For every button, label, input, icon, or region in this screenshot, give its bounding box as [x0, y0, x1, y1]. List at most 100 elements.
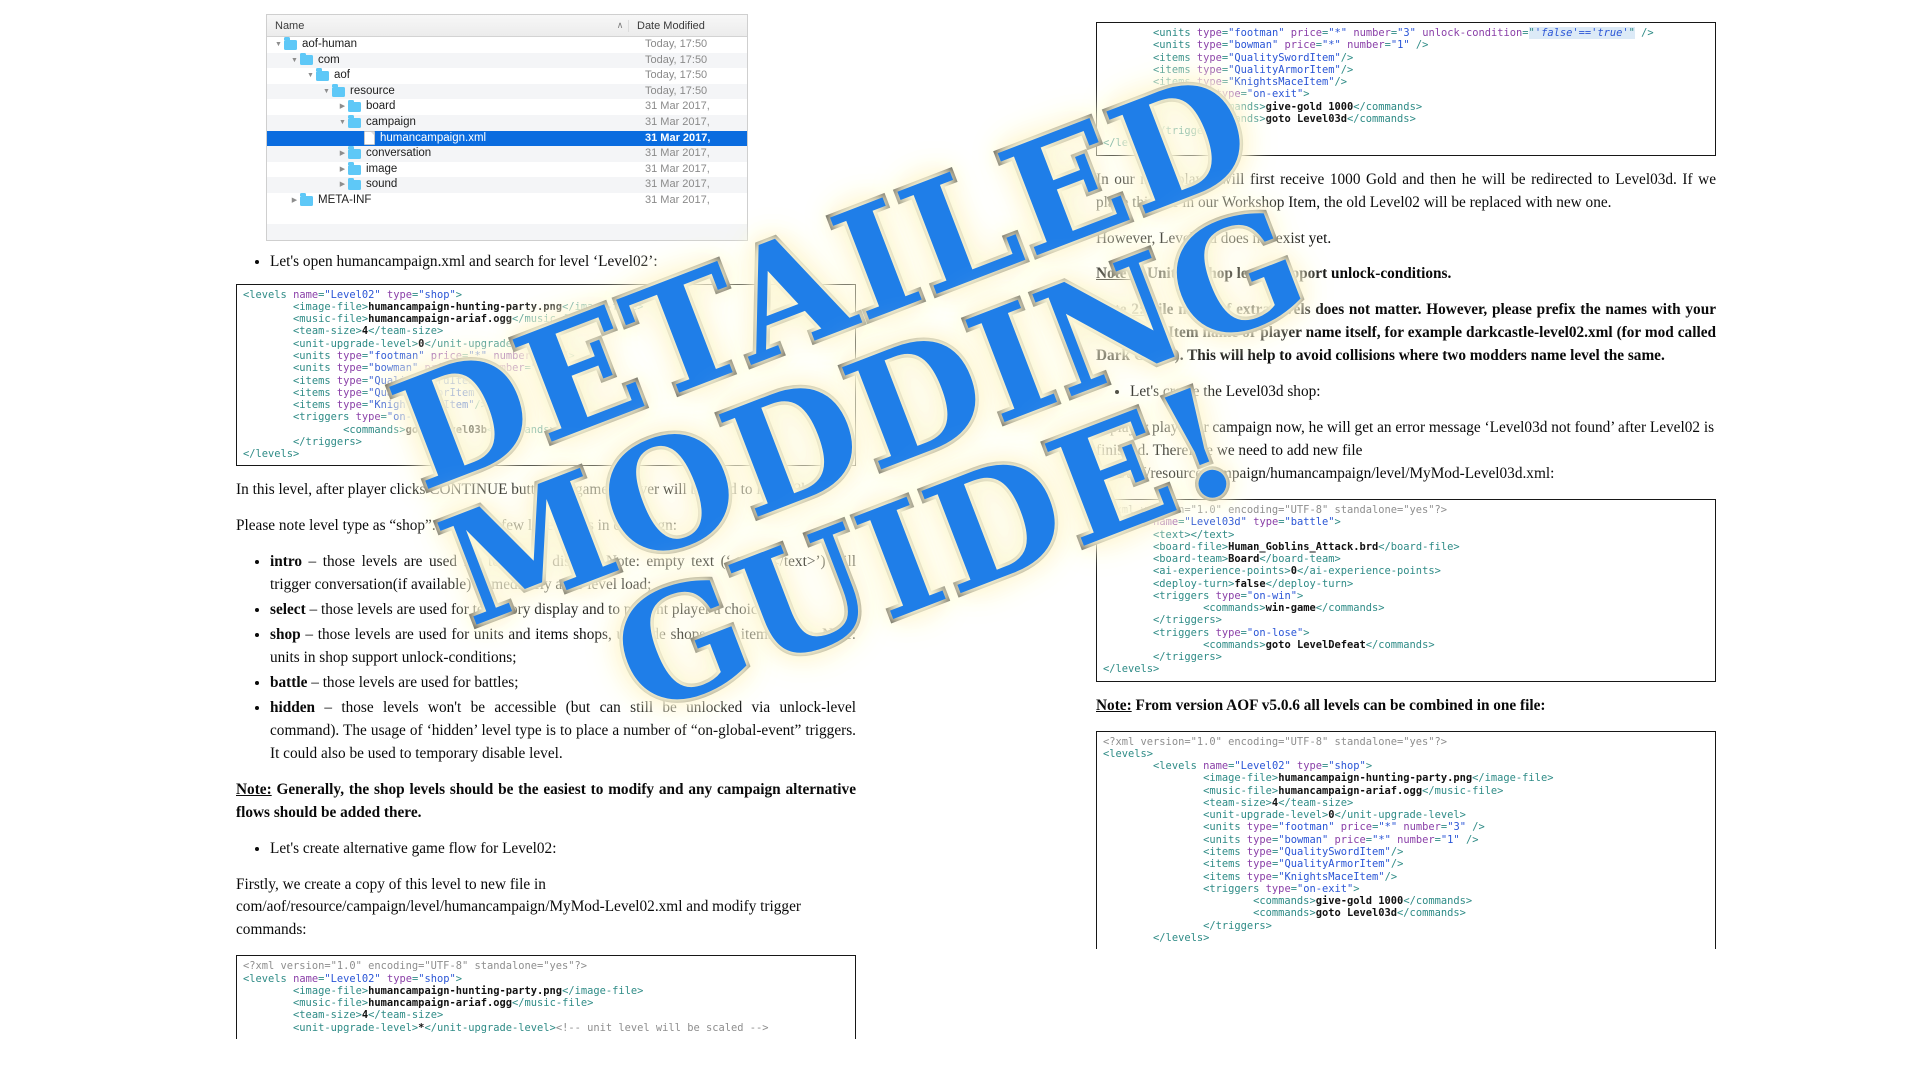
file-tree[interactable]: aof-human Today, 17:50 com Today, 17:50 aof T… — [267, 37, 747, 209]
file-tree-row-label: META-INF — [318, 193, 372, 206]
chevron-right-icon[interactable] — [337, 146, 348, 162]
file-tree-row-label: com — [318, 53, 340, 66]
file-browser-header: Name ∧ Date Modified — [267, 15, 747, 37]
folder-icon — [348, 177, 361, 191]
chevron-right-icon[interactable] — [289, 193, 300, 209]
file-tree-row[interactable]: humancampaign.xml 31 Mar 2017, — [267, 130, 747, 147]
file-tree-row[interactable]: sound 31 Mar 2017, — [267, 177, 747, 193]
file-tree-row-name-cell: image — [267, 162, 637, 178]
para-error: If player plays our campaign now, he wil… — [1096, 419, 1715, 483]
file-tree-row[interactable]: image 31 Mar 2017, — [267, 161, 747, 178]
note-2: Note 2: File name of extra levels does n… — [1096, 299, 1716, 368]
file-browser[interactable]: Name ∧ Date Modified aof-human Today, 17:… — [266, 14, 748, 241]
folder-icon — [332, 84, 345, 97]
note-1: Note 1: Units in shop levels support unl… — [1096, 263, 1716, 286]
level-type-term: hidden — [270, 698, 316, 716]
document-page: Name ∧ Date Modified aof-human Today, 17:… — [0, 0, 1920, 1080]
file-tree-row-date: 31 Mar 2017, — [645, 131, 711, 144]
file-tree-row-date: 31 Mar 2017, — [645, 115, 710, 128]
bullet-create-flow-list: Let's create alternative game flow for L… — [236, 838, 856, 861]
file-tree-row-label: aof — [334, 69, 350, 82]
code-block-level03d: <?xml version="1.0" encoding="UTF-8" sta… — [1096, 498, 1716, 682]
file-tree-row-name-cell: campaign — [267, 115, 637, 131]
file-tree-row[interactable]: META-INF 31 Mar 2017, — [267, 192, 747, 209]
note-shop: Note: Generally, the shop levels should … — [236, 779, 856, 825]
chevron-down-icon[interactable] — [305, 68, 316, 84]
file-tree-row-date: Today, 17:50 — [645, 69, 708, 82]
level-type-item: hidden – those levels won't be accessibl… — [270, 697, 856, 766]
file-tree-row-label: board — [366, 100, 396, 113]
bullet-create-level-list: Let's create the Level03d shop: — [1096, 381, 1716, 404]
file-tree-row-label: resource — [350, 84, 395, 97]
code-block-top: <units type="footman" price="*" number="… — [1096, 22, 1716, 156]
file-tree-row[interactable]: campaign 31 Mar 2017, — [267, 114, 747, 131]
file-tree-filler-row — [267, 208, 747, 225]
note-2-label: Note 2: — [1096, 301, 1145, 319]
file-tree-row-name-cell: conversation — [267, 146, 637, 162]
para-not-exist: However, Level03d does not exist yet. — [1096, 229, 1332, 247]
file-tree-row-name-cell: com — [267, 52, 637, 69]
file-tree-row[interactable]: conversation 31 Mar 2017, — [267, 146, 747, 162]
file-tree-row-date: Today, 17:50 — [645, 84, 708, 97]
column-header-name[interactable]: Name — [267, 20, 612, 32]
chevron-right-icon[interactable] — [337, 162, 348, 178]
folder-icon — [284, 37, 297, 50]
level-types-list: intro – those levels are used for text/s… — [236, 551, 856, 765]
file-tree-row-label: image — [366, 162, 398, 175]
file-tree-row[interactable]: board 31 Mar 2017, — [267, 99, 747, 115]
xml-file-icon — [364, 131, 375, 146]
para-level-types: Please note level type as “shop”. There … — [236, 517, 678, 535]
para-continue: In this level, after player clicks CONTI… — [236, 481, 813, 499]
chevron-right-icon[interactable] — [337, 99, 348, 115]
file-tree-row-label: aof-human — [302, 38, 357, 50]
note-1-label: Note 1: — [1096, 265, 1144, 283]
note-2-text: File name of extra levels does not matte… — [1096, 301, 1716, 365]
bullet-open-file-list: Let's open humancampaign.xml and search … — [236, 251, 856, 274]
bullet-create-level: Let's create the Level03d shop: — [1130, 381, 1716, 404]
level-type-desc: – those levels are used for battles; — [307, 673, 519, 691]
level-type-term: intro — [270, 553, 303, 571]
note-combined-label: Note: — [1096, 696, 1132, 714]
file-tree-row-name-cell: sound — [267, 177, 637, 193]
file-tree-filler-row — [267, 224, 747, 240]
chevron-down-icon[interactable] — [337, 115, 348, 131]
sort-ascending-icon[interactable]: ∧ — [612, 20, 628, 31]
file-tree-row-name-cell: META-INF — [267, 193, 637, 209]
right-column: <units type="footman" price="*" number="… — [1096, 14, 1716, 957]
level-type-desc: – those levels are used for units and it… — [270, 626, 856, 666]
file-tree-row-label: humancampaign.xml — [380, 131, 487, 144]
note-combined-text: From version AOF v5.0.6 all levels can b… — [1131, 696, 1546, 714]
level-type-item: select – those levels are used for text/… — [270, 599, 856, 622]
level-type-item: battle – those levels are used for battl… — [270, 672, 856, 695]
file-tree-row[interactable]: aof Today, 17:50 — [267, 68, 747, 84]
file-tree-row-label: sound — [366, 178, 398, 191]
bullet-create-flow: Let's create alternative game flow for L… — [270, 838, 856, 861]
chevron-down-icon[interactable] — [289, 53, 300, 69]
level-type-desc: – those levels are used for text/story d… — [305, 601, 769, 619]
chevron-down-icon[interactable] — [321, 84, 332, 100]
folder-icon — [348, 115, 361, 128]
level-type-item: shop – those levels are used for units a… — [270, 624, 856, 670]
file-tree-row-date: 31 Mar 2017, — [645, 162, 710, 175]
para-firstly: Firstly, we create a copy of this level … — [236, 875, 801, 939]
file-tree-row-date: Today, 17:50 — [645, 53, 708, 66]
file-tree-row[interactable]: com Today, 17:50 — [267, 52, 747, 69]
code-block-mymod-level02: <?xml version="1.0" encoding="UTF-8" sta… — [236, 955, 856, 1039]
folder-icon — [348, 146, 361, 159]
code-block-level02: <levels name="Level02" type="shop"> <ima… — [236, 283, 856, 467]
note-shop-label: Note: — [236, 780, 272, 798]
file-tree-row[interactable]: resource Today, 17:50 — [267, 83, 747, 100]
para-mod: In our mod, player will first receive 10… — [1096, 170, 1716, 211]
file-tree-row-name-cell: resource — [267, 84, 637, 100]
file-tree-row-label: conversation — [366, 147, 432, 160]
level-type-term: shop — [270, 626, 301, 644]
column-header-date-modified[interactable]: Date Modified — [628, 19, 747, 32]
folder-icon — [348, 162, 361, 175]
file-tree-row-date: 31 Mar 2017, — [645, 100, 710, 113]
level-type-term: select — [270, 601, 306, 619]
chevron-down-icon[interactable] — [273, 37, 284, 53]
code-block-combined: <?xml version="1.0" encoding="UTF-8" sta… — [1096, 730, 1716, 950]
file-tree-row[interactable]: aof-human Today, 17:50 — [267, 37, 747, 53]
chevron-right-icon[interactable] — [337, 177, 348, 193]
note-1-text: Units in shop levels support unlock-cond… — [1143, 265, 1452, 283]
